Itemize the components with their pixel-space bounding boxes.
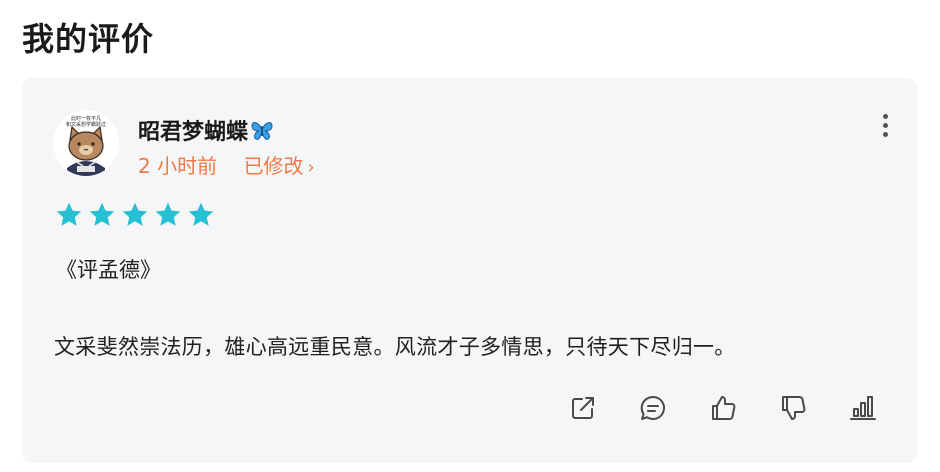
username[interactable]: 昭君梦蝴蝶 [138, 114, 274, 148]
more-options-button[interactable] [877, 112, 893, 142]
action-bar [565, 390, 881, 426]
avatar-caption: 此时一枚不凡 和文采想学霸跃过 [65, 116, 106, 128]
thumbs-down-icon [782, 396, 806, 420]
review-time: 2 小时前 [138, 154, 218, 178]
stats-button[interactable] [845, 390, 881, 426]
chevron-right-icon: › [307, 157, 315, 178]
star-icon [122, 202, 148, 226]
comment-icon [640, 395, 665, 420]
more-dot [882, 132, 888, 137]
star-icon [89, 202, 115, 226]
avatar[interactable]: 此时一枚不凡 和文采想学霸跃过 [53, 110, 119, 176]
more-dot [882, 123, 888, 128]
review-meta: 2 小时前 已修改 › [138, 150, 315, 179]
review-card: 此时一枚不凡 和文采想学霸跃过 昭君梦蝴蝶 2 小时前 已修改 › 《评孟德》 文… [22, 78, 917, 463]
share-icon [572, 397, 594, 419]
star-rating [54, 200, 216, 230]
review-body: 文采斐然崇法历，雄心高远重民意。风流才子多情思，只待天下尽归一。 [54, 335, 736, 359]
comment-button[interactable] [635, 390, 671, 426]
star-icon [155, 202, 181, 226]
butterfly-icon [250, 120, 274, 148]
edited-link[interactable]: 已修改 › [243, 154, 314, 178]
page-title: 我的评价 [22, 20, 155, 58]
thumbs-up-icon [712, 396, 736, 420]
dislike-button[interactable] [775, 390, 811, 426]
username-text: 昭君梦蝴蝶 [138, 120, 249, 145]
review-title: 《评孟德》 [56, 258, 161, 282]
stats-icon [850, 396, 876, 420]
share-button[interactable] [565, 390, 601, 426]
star-icon [188, 202, 214, 226]
star-icon [56, 202, 82, 226]
edited-label: 已修改 [243, 154, 304, 178]
like-button[interactable] [705, 390, 741, 426]
more-dot [882, 114, 888, 119]
